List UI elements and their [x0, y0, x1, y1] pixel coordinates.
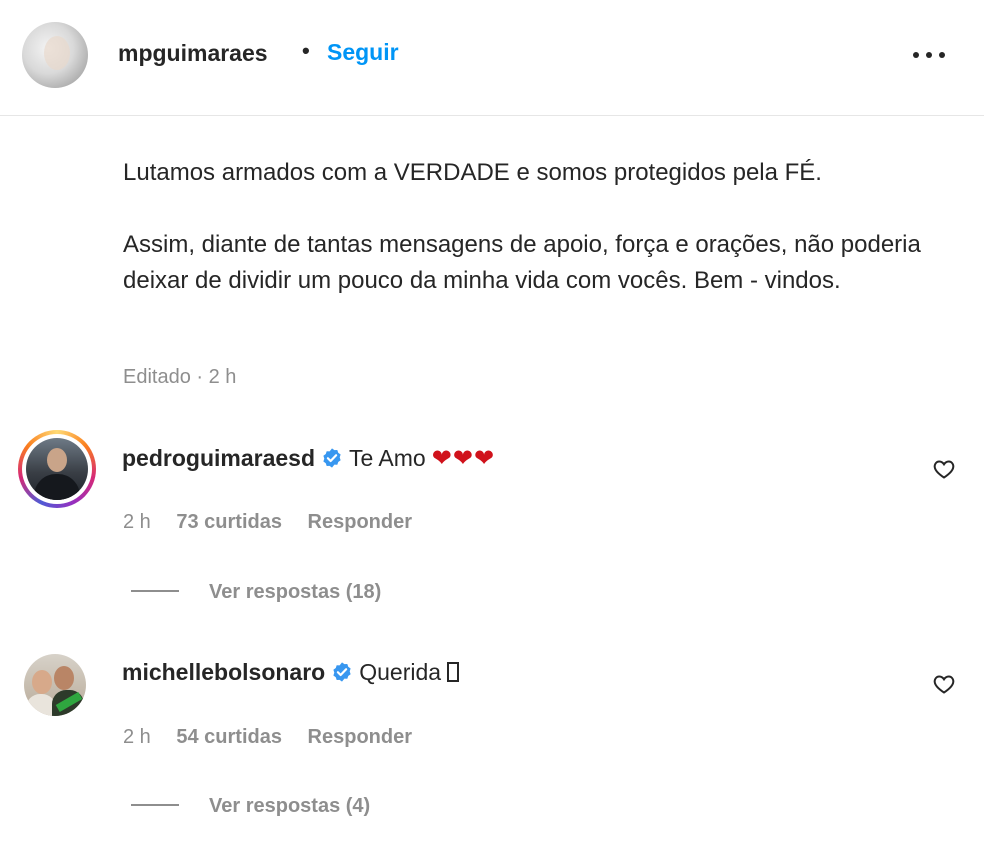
comment-line: michellebolsonaro Querida — [122, 659, 460, 686]
more-horizontal-icon[interactable] — [909, 42, 949, 66]
separator-dot: • — [302, 38, 310, 63]
comment-line: pedroguimaraesd Te Amo ❤❤❤ — [122, 444, 495, 473]
author-avatar[interactable] — [22, 22, 88, 88]
commenter-avatar[interactable] — [24, 654, 86, 716]
view-replies-button[interactable]: Ver respostas (4) — [131, 795, 370, 818]
comment-username[interactable]: michellebolsonaro — [122, 659, 325, 685]
comment-username[interactable]: pedroguimaraesd — [122, 445, 315, 471]
heart-emoji: ❤❤❤ — [431, 445, 496, 472]
comment-meta: 2 h 54 curtidas Responder — [123, 726, 432, 749]
reply-button[interactable]: Responder — [308, 726, 412, 748]
view-replies-label: Ver respostas (4) — [209, 795, 371, 817]
comment-text: Querida — [359, 659, 442, 685]
comment-text: Te Amo — [349, 445, 426, 471]
comment-time: 2 h — [123, 726, 151, 748]
caption-paragraph: Lutamos armados com a VERDADE e somos pr… — [123, 159, 822, 186]
verified-badge-icon — [333, 662, 351, 682]
comment-likes[interactable]: 73 curtidas — [176, 511, 282, 533]
missing-glyph-icon — [447, 662, 460, 682]
post-header: mpguimaraes • Seguir — [0, 0, 984, 116]
caption-paragraph: Assim, diante de tantas mensagens de apo… — [123, 231, 921, 294]
verified-badge-icon — [323, 448, 341, 468]
post-caption: Lutamos armados com a VERDADE e somos pr… — [123, 155, 943, 299]
comment-meta: 2 h 73 curtidas Responder — [123, 511, 432, 534]
post-meta: Editado · 2 h — [123, 366, 237, 388]
comment-likes[interactable]: 54 curtidas — [176, 726, 282, 748]
author-username[interactable]: mpguimaraes — [118, 40, 268, 67]
comment-time: 2 h — [123, 511, 151, 533]
replies-divider — [131, 804, 179, 806]
heart-outline-icon[interactable] — [931, 672, 957, 696]
replies-divider — [131, 590, 179, 592]
view-replies-label: Ver respostas (18) — [209, 581, 382, 603]
follow-button[interactable]: Seguir — [327, 39, 399, 66]
reply-button[interactable]: Responder — [308, 511, 412, 533]
heart-outline-icon[interactable] — [931, 457, 957, 481]
story-ring-avatar[interactable] — [18, 430, 96, 508]
view-replies-button[interactable]: Ver respostas (18) — [131, 581, 381, 604]
